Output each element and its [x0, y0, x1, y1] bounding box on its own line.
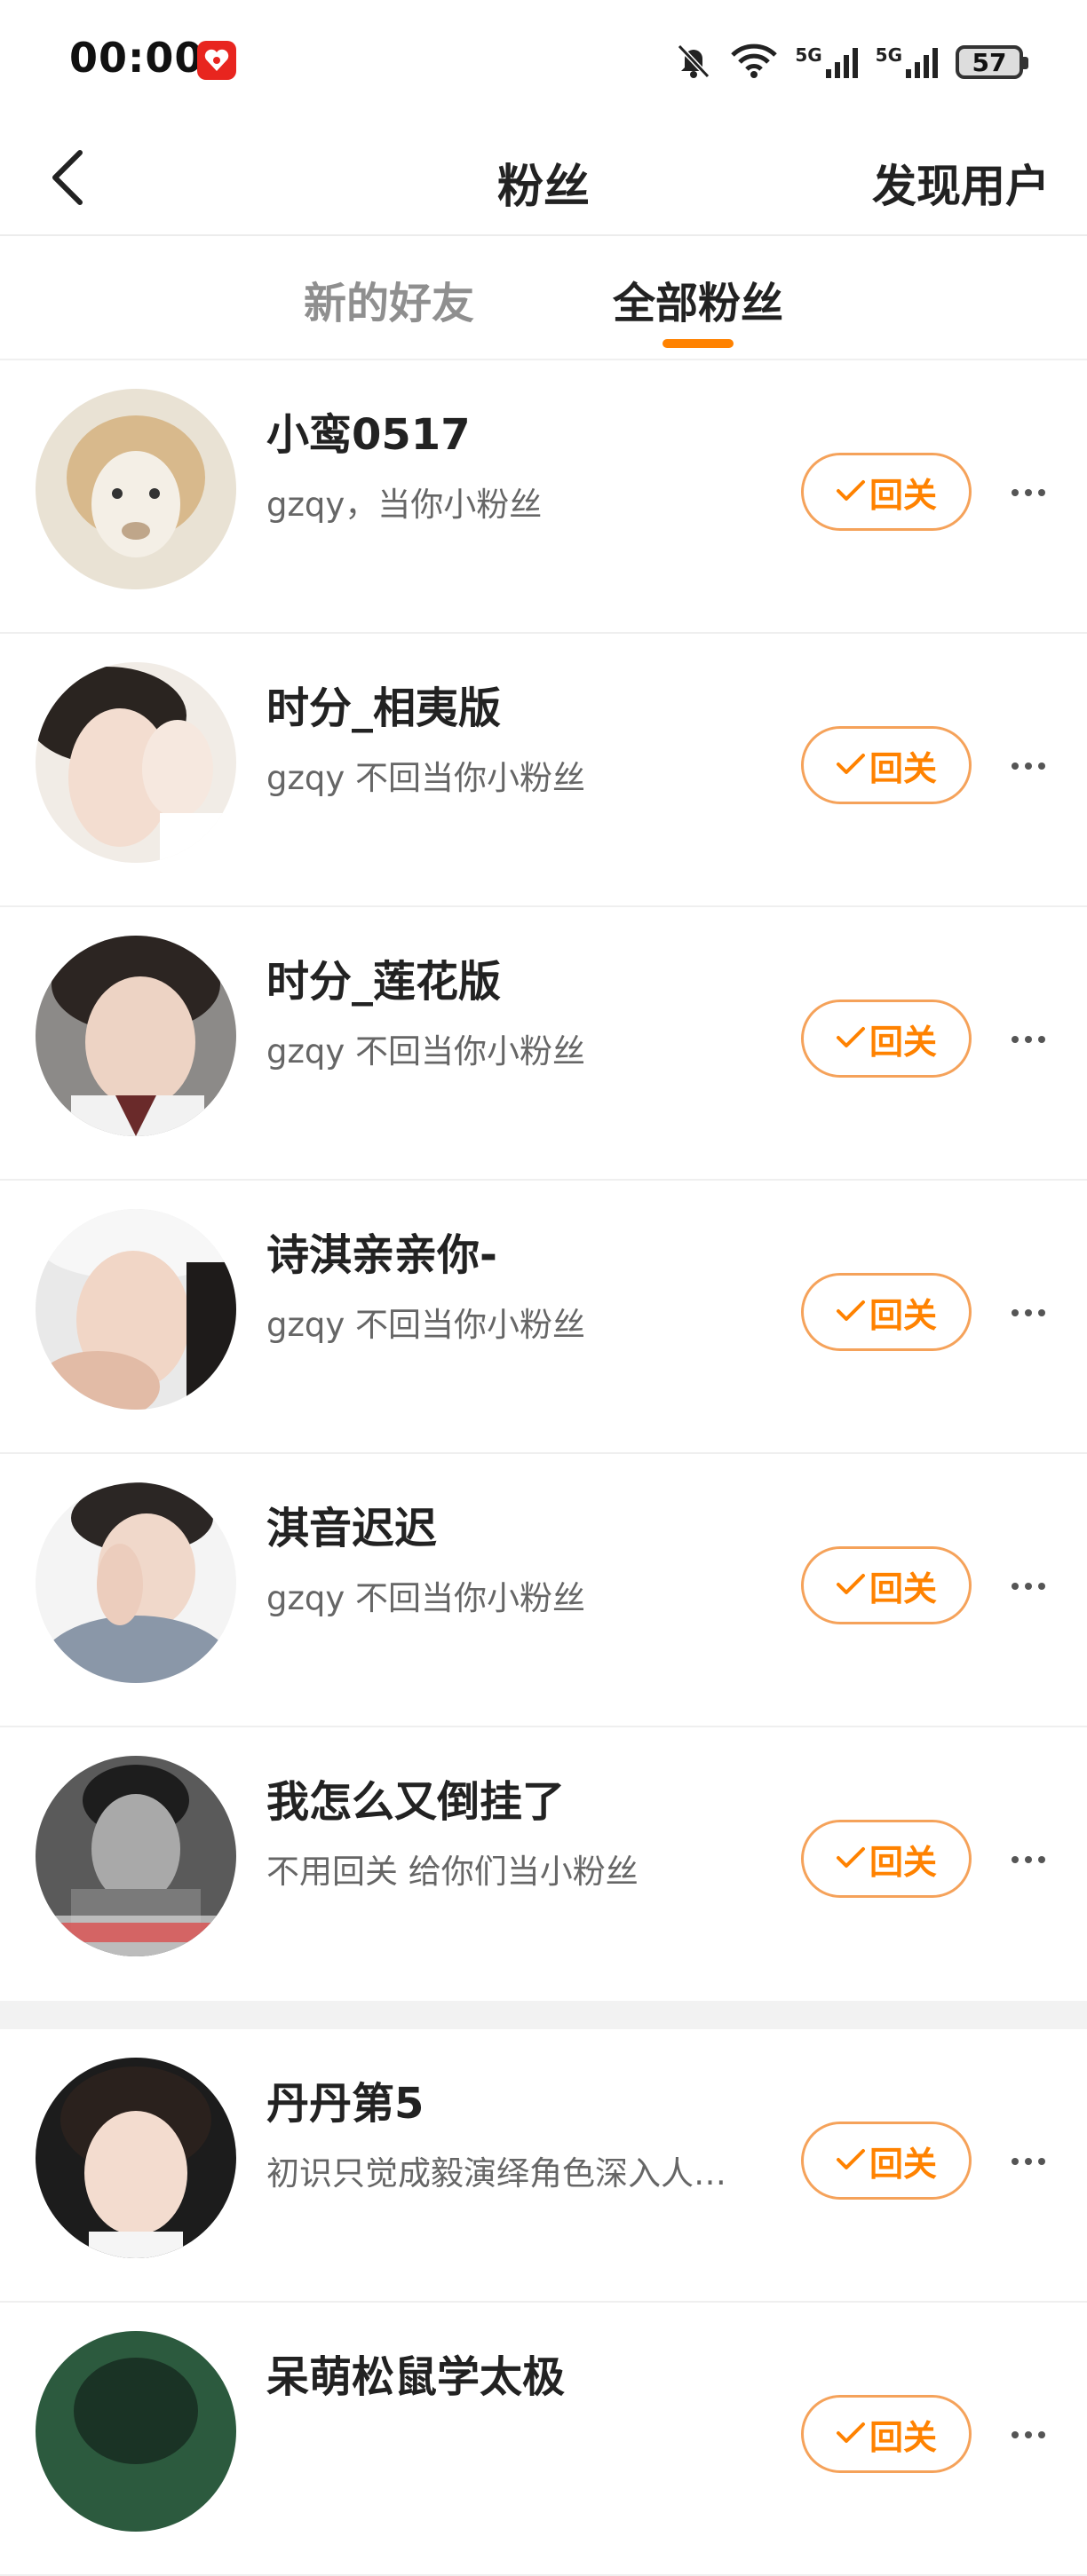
- ellipsis-icon: [1011, 484, 1046, 501]
- list-item[interactable]: 小鸾0517 gzqy，当你小粉丝 回关: [0, 360, 1087, 634]
- avatar[interactable]: [36, 2331, 236, 2532]
- more-options-button[interactable]: [1009, 474, 1048, 510]
- follower-description: gzqy 不回当你小粉丝: [266, 1306, 586, 1344]
- follow-back-button[interactable]: 回关: [801, 1000, 972, 1078]
- check-icon: [836, 1566, 866, 1605]
- check-icon: [836, 2141, 866, 2180]
- follower-name[interactable]: 时分_莲花版: [266, 946, 501, 1008]
- follower-description: gzqy 不回当你小粉丝: [266, 759, 586, 797]
- follower-description: 初识只觉成毅演绎角色深入人…: [266, 2154, 726, 2193]
- list-item[interactable]: 丹丹第5 初识只觉成毅演绎角色深入人… 回关: [0, 2029, 1087, 2303]
- follower-name[interactable]: 诗淇亲亲你-: [266, 1220, 497, 1282]
- ellipsis-icon: [1011, 2426, 1046, 2443]
- tab-new-friends[interactable]: 新的好友: [304, 268, 474, 330]
- follow-back-label: 回关: [869, 2144, 937, 2184]
- follow-back-button[interactable]: 回关: [801, 1273, 972, 1351]
- avatar[interactable]: [36, 1209, 236, 1410]
- discover-users-button[interactable]: 发现用户: [872, 151, 1050, 215]
- wifi-icon: [729, 41, 779, 83]
- follow-back-label: 回关: [869, 748, 937, 788]
- check-icon: [836, 1292, 866, 1331]
- list-item[interactable]: 诗淇亲亲你- gzqy 不回当你小粉丝 回关: [0, 1181, 1087, 1454]
- more-options-button[interactable]: [1009, 1021, 1048, 1056]
- follow-back-label: 回关: [869, 475, 937, 515]
- more-options-button[interactable]: [1009, 1294, 1048, 1330]
- list-item[interactable]: 时分_相夷版 gzqy 不回当你小粉丝 回关: [0, 634, 1087, 907]
- signal-2-icon: 5G: [876, 44, 940, 80]
- follow-back-button[interactable]: 回关: [801, 726, 972, 804]
- status-icons: 5G 5G 57: [674, 36, 1028, 89]
- follow-back-button[interactable]: 回关: [801, 2395, 972, 2473]
- follow-back-label: 回关: [869, 2417, 937, 2457]
- follow-back-button[interactable]: 回关: [801, 2122, 972, 2200]
- follow-back-label: 回关: [869, 1842, 937, 1882]
- ellipsis-icon: [1011, 757, 1046, 774]
- more-options-button[interactable]: [1009, 1568, 1048, 1603]
- follow-back-label: 回关: [869, 1295, 937, 1335]
- mute-bell-icon: [674, 41, 713, 83]
- active-tab-indicator: [663, 339, 734, 348]
- more-options-button[interactable]: [1009, 2416, 1048, 2452]
- list-item[interactable]: 淇音迟迟 gzqy 不回当你小粉丝 回关: [0, 1454, 1087, 1727]
- check-icon: [836, 472, 866, 511]
- section-divider: [0, 2001, 1087, 2029]
- follower-description: gzqy 不回当你小粉丝: [266, 1032, 586, 1071]
- check-icon: [836, 746, 866, 785]
- follower-name[interactable]: 呆萌松鼠学太极: [266, 2342, 565, 2404]
- follow-back-button[interactable]: 回关: [801, 1820, 972, 1898]
- ellipsis-icon: [1011, 1304, 1046, 1321]
- follower-name[interactable]: 小鸾0517: [266, 399, 471, 462]
- signal-1-label: 5G: [795, 44, 822, 66]
- follow-back-button[interactable]: 回关: [801, 1546, 972, 1624]
- avatar[interactable]: [36, 1756, 236, 1956]
- ellipsis-icon: [1011, 1031, 1046, 1047]
- list-item[interactable]: 呆萌松鼠学太极 回关: [0, 2303, 1087, 2576]
- follower-list: 小鸾0517 gzqy，当你小粉丝 回关 时分_相夷版 gzqy 不回当你小粉丝…: [0, 360, 1087, 2576]
- follower-name[interactable]: 时分_相夷版: [266, 673, 501, 735]
- check-icon: [836, 1019, 866, 1058]
- follower-description: 不用回关 给你们当小粉丝: [266, 1853, 639, 1891]
- follow-back-label: 回关: [869, 1022, 937, 1062]
- status-bar: 00:00 5G 5G 57: [0, 0, 1087, 124]
- top-navigation-bar: 粉丝 发现用户: [0, 124, 1087, 236]
- status-time: 00:00: [69, 34, 204, 82]
- battery-icon: 57: [956, 45, 1028, 79]
- avatar[interactable]: [36, 2058, 236, 2258]
- follower-tabs: 新的好友 全部粉丝: [0, 236, 1087, 360]
- tab-all-followers[interactable]: 全部粉丝: [613, 268, 783, 330]
- follower-name[interactable]: 淇音迟迟: [266, 1493, 437, 1555]
- check-icon: [836, 2414, 866, 2454]
- follow-back-label: 回关: [869, 1569, 937, 1608]
- avatar[interactable]: [36, 936, 236, 1136]
- follower-name[interactable]: 丹丹第5: [266, 2068, 424, 2130]
- signal-2-label: 5G: [875, 44, 902, 66]
- app-notification-icon: [197, 41, 236, 80]
- follower-description: gzqy 不回当你小粉丝: [266, 1579, 586, 1617]
- ellipsis-icon: [1011, 1851, 1046, 1868]
- more-options-button[interactable]: [1009, 747, 1048, 783]
- more-options-button[interactable]: [1009, 1841, 1048, 1877]
- follower-name[interactable]: 我怎么又倒挂了: [266, 1766, 565, 1829]
- ellipsis-icon: [1011, 2153, 1046, 2169]
- list-item[interactable]: 我怎么又倒挂了 不用回关 给你们当小粉丝 回关: [0, 1727, 1087, 2001]
- follow-back-button[interactable]: 回关: [801, 453, 972, 531]
- avatar[interactable]: [36, 389, 236, 589]
- avatar[interactable]: [36, 1482, 236, 1683]
- follower-description: gzqy，当你小粉丝: [266, 486, 543, 524]
- list-item[interactable]: 时分_莲花版 gzqy 不回当你小粉丝 回关: [0, 907, 1087, 1181]
- avatar[interactable]: [36, 662, 236, 863]
- signal-1-icon: 5G: [795, 44, 859, 80]
- check-icon: [836, 1839, 866, 1878]
- ellipsis-icon: [1011, 1577, 1046, 1594]
- more-options-button[interactable]: [1009, 2143, 1048, 2178]
